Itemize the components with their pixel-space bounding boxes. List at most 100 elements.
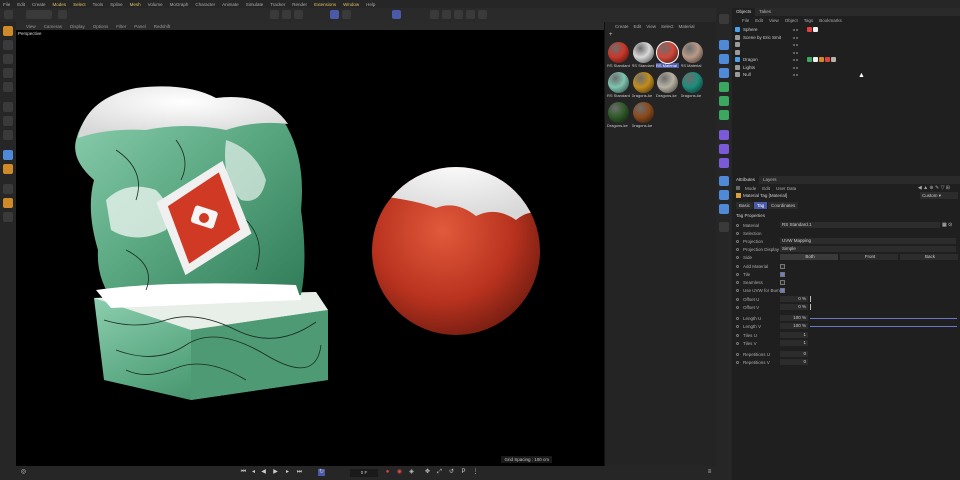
object-menu-object[interactable]: Object bbox=[785, 18, 798, 23]
material-swatch[interactable]: RS Material bbox=[656, 41, 679, 68]
tiles-v-field[interactable]: 1 bbox=[780, 340, 808, 346]
snap-grid-icon[interactable] bbox=[392, 10, 401, 19]
render-view-icon[interactable] bbox=[330, 10, 339, 19]
visibility-dots-icon[interactable] bbox=[793, 72, 801, 77]
material-swatch[interactable]: RS Standard bbox=[607, 72, 630, 98]
preset-dropdown[interactable]: Custom ▾ bbox=[920, 192, 958, 199]
material-menu-edit[interactable]: Edit bbox=[634, 24, 642, 29]
key-pla-icon[interactable]: ⋮ bbox=[472, 469, 479, 476]
animate-dot-icon[interactable] bbox=[736, 239, 739, 243]
attr-menu-icon[interactable] bbox=[736, 186, 740, 190]
timeline-menu-icon[interactable]: ≡ bbox=[706, 469, 713, 476]
material-tag-icon[interactable] bbox=[813, 57, 818, 63]
material-swatch[interactable]: Dragons-ke bbox=[656, 72, 679, 98]
material-menu-material[interactable]: Material bbox=[678, 24, 694, 29]
cube-object-icon[interactable] bbox=[719, 40, 729, 50]
material-menu-create[interactable]: Create bbox=[615, 24, 629, 29]
object-row[interactable] bbox=[732, 49, 960, 57]
material-swatch[interactable]: RS Material bbox=[681, 42, 704, 68]
record-icon[interactable]: ● bbox=[384, 469, 391, 476]
menu-select[interactable]: Select bbox=[73, 2, 86, 7]
viewport-menu-display[interactable]: Display bbox=[70, 24, 85, 29]
key-position-icon[interactable]: ✥ bbox=[424, 469, 431, 476]
viewport-menu-redshift[interactable]: Redshift bbox=[154, 24, 171, 29]
effector-object-icon[interactable] bbox=[719, 110, 729, 120]
material-tag-icon[interactable] bbox=[825, 57, 830, 63]
menu-help[interactable]: Help bbox=[366, 2, 375, 7]
menu-animate[interactable]: Animate bbox=[222, 2, 239, 7]
offset-u-slider-handle[interactable] bbox=[810, 296, 811, 302]
undo-icon[interactable] bbox=[4, 10, 13, 19]
add-material-checkbox[interactable] bbox=[780, 263, 785, 269]
edges-mode-icon[interactable] bbox=[3, 116, 13, 126]
move-tool-icon[interactable] bbox=[3, 54, 13, 64]
material-tag-icon[interactable] bbox=[813, 27, 818, 33]
next-frame-icon[interactable]: ▸ bbox=[284, 469, 291, 476]
seamless-checkbox[interactable] bbox=[780, 279, 785, 285]
menu-file[interactable]: File bbox=[3, 2, 10, 7]
material-swatch[interactable]: Dragons-ke bbox=[632, 102, 655, 128]
material-menu-select[interactable]: Select bbox=[661, 24, 674, 29]
viewport-menu-panel[interactable]: Panel bbox=[134, 24, 146, 29]
material-swatch[interactable]: Dragons-ke bbox=[681, 72, 704, 98]
tab-attributes[interactable]: Attributes bbox=[732, 176, 760, 184]
object-menu-view[interactable]: View bbox=[769, 18, 779, 23]
null-object-icon[interactable] bbox=[719, 68, 729, 78]
projection-display-dropdown[interactable]: Simple bbox=[780, 246, 956, 252]
layout-icon[interactable] bbox=[719, 14, 729, 24]
menu-edit[interactable]: Edit bbox=[17, 2, 25, 7]
projection-dropdown[interactable]: UVW Mapping bbox=[780, 238, 956, 244]
tab-objects[interactable]: Objects bbox=[732, 8, 756, 16]
animate-dot-icon[interactable] bbox=[736, 255, 739, 259]
viewport-menu-options[interactable]: Options bbox=[93, 24, 109, 29]
brush-tool-icon[interactable] bbox=[3, 184, 13, 194]
material-link-field[interactable]: RS Standard.1 bbox=[780, 222, 940, 228]
animate-dot-icon[interactable] bbox=[736, 360, 739, 364]
rotate-icon[interactable] bbox=[294, 10, 303, 19]
menu-spline[interactable]: Spline bbox=[110, 2, 123, 7]
spline-object-icon[interactable] bbox=[719, 54, 729, 64]
texture-mode-icon[interactable] bbox=[3, 164, 13, 174]
object-menu-file[interactable]: File bbox=[742, 18, 749, 23]
scale-icon[interactable] bbox=[282, 10, 291, 19]
viewport-menu-view[interactable]: View bbox=[26, 24, 36, 29]
animate-dot-icon[interactable] bbox=[736, 324, 739, 328]
polygons-mode-icon[interactable] bbox=[3, 130, 13, 140]
repetitions-v-field[interactable]: 0 bbox=[780, 359, 808, 365]
menu-simulate[interactable]: Simulate bbox=[246, 2, 264, 7]
animate-dot-icon[interactable] bbox=[736, 333, 739, 337]
tab-basic[interactable]: Basic bbox=[736, 202, 754, 209]
tiles-u-field[interactable]: 1 bbox=[780, 332, 808, 338]
key-scale-icon[interactable]: ⤢ bbox=[436, 469, 443, 476]
viewport-menu-cameras[interactable]: Cameras bbox=[44, 24, 62, 29]
autokey-icon[interactable]: ◉ bbox=[396, 469, 403, 476]
menu-extensions[interactable]: Extensions bbox=[314, 2, 336, 7]
material-tag-icon[interactable] bbox=[807, 57, 812, 63]
repetitions-u-field[interactable]: 0 bbox=[780, 351, 808, 357]
object-row[interactable]: Scene by Eric Smit bbox=[732, 34, 960, 42]
scale-tool-icon[interactable] bbox=[3, 82, 13, 92]
volume-object-icon[interactable] bbox=[719, 158, 729, 168]
animate-dot-icon[interactable] bbox=[736, 352, 739, 356]
object-tags[interactable] bbox=[807, 57, 837, 63]
play-icon[interactable]: ▶ bbox=[272, 469, 279, 476]
object-row[interactable]: Dragon bbox=[732, 56, 960, 64]
animate-dot-icon[interactable] bbox=[736, 247, 739, 251]
prev-frame-icon[interactable]: ◀ bbox=[260, 469, 267, 476]
current-frame-field[interactable]: 0 F bbox=[350, 469, 378, 477]
length-v-field[interactable]: 100 % bbox=[780, 323, 808, 329]
object-menu-bookmarks[interactable]: Bookmarks bbox=[819, 18, 842, 23]
object-menu-edit[interactable]: Edit bbox=[755, 18, 763, 23]
material-tag-icon[interactable] bbox=[807, 27, 812, 33]
attr-menu-mode[interactable]: Mode bbox=[745, 186, 756, 191]
length-u-field[interactable]: 100 % bbox=[780, 315, 808, 321]
tile-checkbox[interactable] bbox=[780, 271, 785, 277]
material-menu-view[interactable]: View bbox=[646, 24, 656, 29]
live-select-icon[interactable] bbox=[3, 40, 13, 50]
timeline-settings-icon[interactable]: ◎ bbox=[20, 469, 27, 476]
tab-layers[interactable]: Layers bbox=[759, 176, 781, 184]
nav-arrows-icon[interactable]: ◀ ▲ ⊕ ✎ ▽ ⊞ bbox=[918, 185, 950, 191]
rotate-tool-icon[interactable] bbox=[3, 68, 13, 78]
light-object-icon[interactable] bbox=[719, 204, 729, 214]
tab-coordinates[interactable]: Coordinates bbox=[768, 202, 799, 209]
